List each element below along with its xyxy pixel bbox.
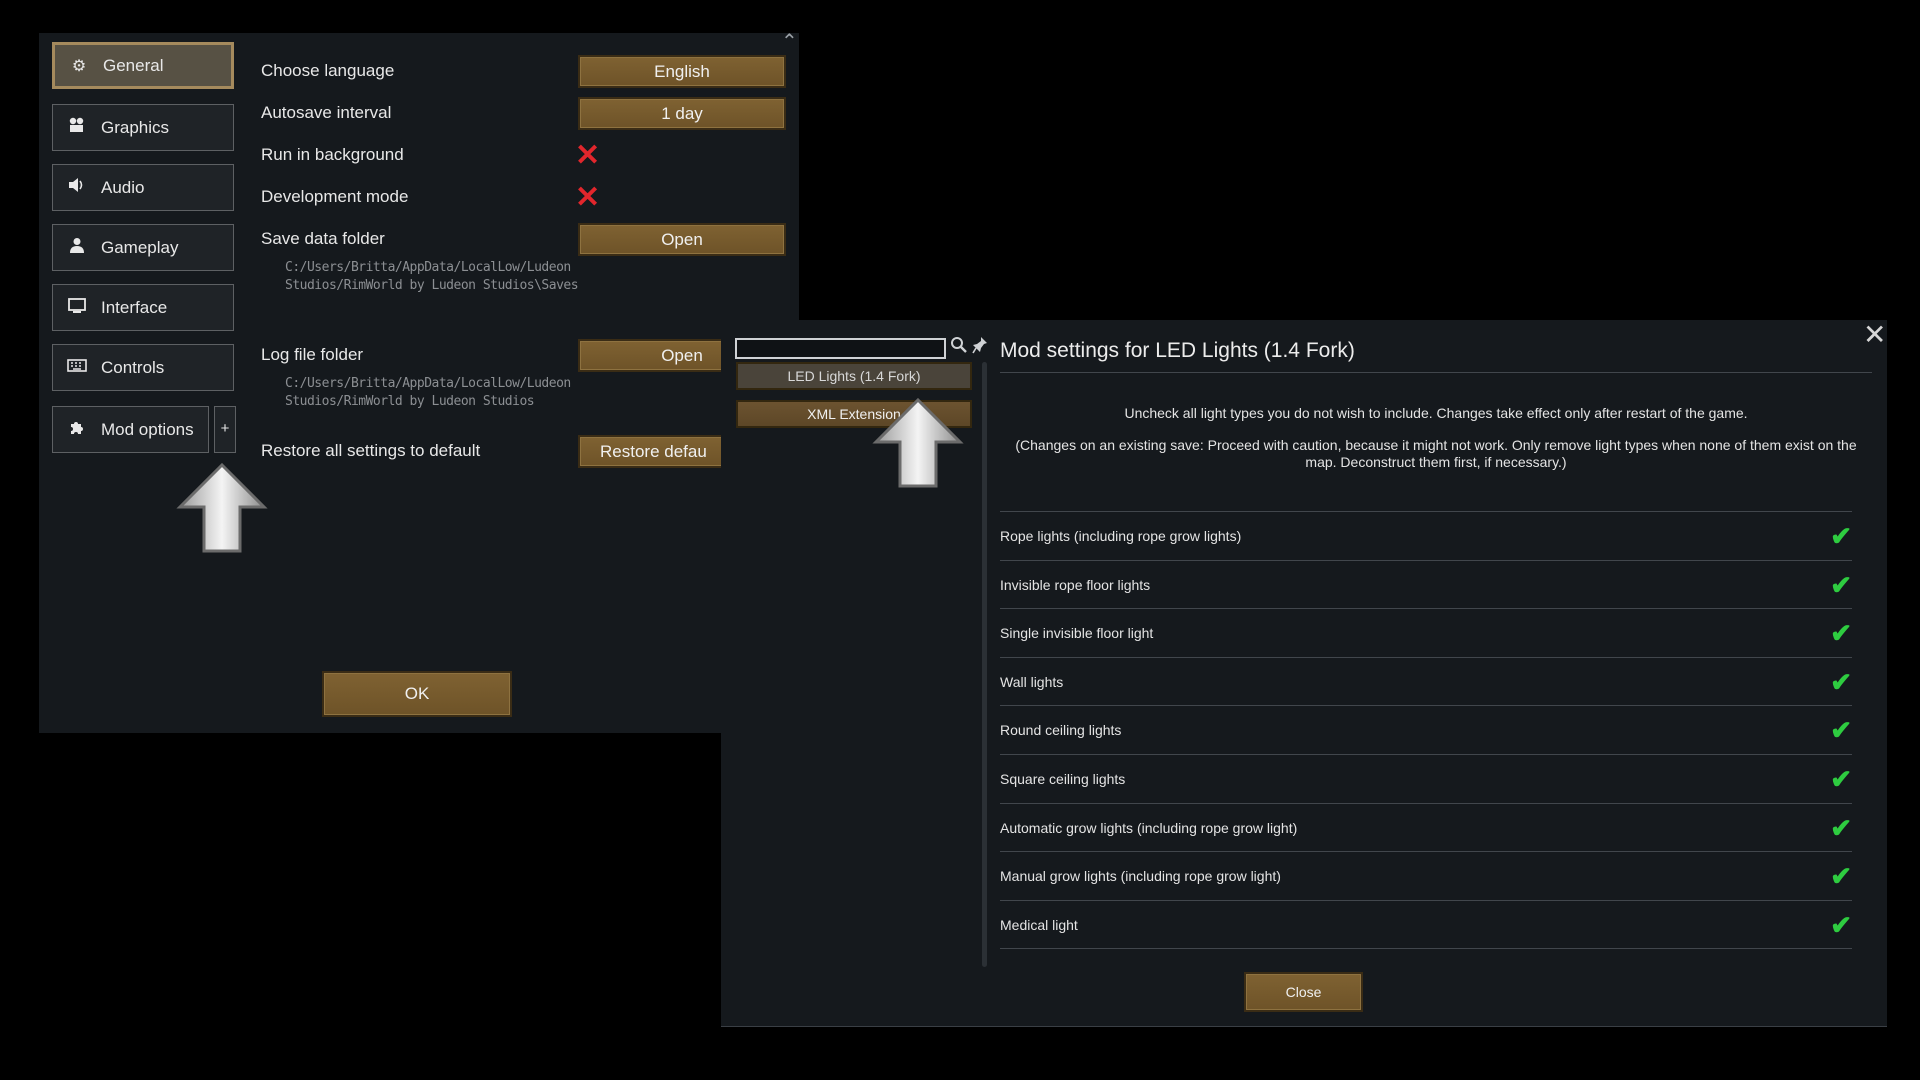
mod-list-item-led-lights[interactable]: LED Lights (1.4 Fork) [736, 362, 972, 390]
light-type-row[interactable]: Invisible rope floor lights ✔ [1000, 559, 1852, 608]
run-in-background-label: Run in background [261, 145, 404, 164]
light-type-row[interactable]: Single invisible floor light ✔ [1000, 608, 1852, 656]
ok-button[interactable]: OK [322, 671, 512, 717]
tab-label: Graphics [101, 117, 170, 137]
path-line: C:/Users/Britta/AppData/LocalLow/Ludeon [285, 376, 571, 391]
person-icon [53, 237, 101, 258]
tab-label: Controls [101, 357, 165, 377]
checkmark-icon[interactable]: ✔ [1830, 902, 1852, 948]
tab-label: Gameplay [101, 237, 179, 257]
language-button[interactable]: English [578, 55, 786, 88]
checkmark-icon[interactable]: ✔ [1830, 805, 1852, 851]
search-icon[interactable] [950, 336, 968, 359]
tab-interface[interactable]: Interface [52, 284, 234, 331]
close-icon[interactable]: ✕ [1863, 318, 1886, 351]
light-type-label: Manual grow lights (including rope grow … [1000, 868, 1281, 885]
log-folder-path: C:/Users/Britta/AppData/LocalLow/Ludeon … [285, 375, 571, 411]
tab-label: Interface [101, 297, 168, 317]
tab-audio[interactable]: Audio [52, 164, 234, 211]
light-type-label: Rope lights (including rope grow lights) [1000, 528, 1242, 544]
log-file-folder-label: Log file folder [261, 345, 364, 364]
tab-label: General [103, 55, 164, 75]
light-type-row[interactable]: Automatic grow lights (including rope gr… [1000, 802, 1852, 851]
light-type-label: Medical light [1000, 916, 1078, 933]
add-mod-options-button[interactable]: + [214, 406, 236, 453]
tab-general[interactable]: ⚙ General [52, 42, 234, 89]
pointer-arrow-icon [872, 398, 964, 488]
path-line: Studios/RimWorld by Ludeon Studios\Saves [285, 278, 579, 293]
pin-icon[interactable] [972, 336, 988, 359]
checkmark-icon[interactable]: ✔ [1830, 756, 1852, 802]
path-line: Studios/RimWorld by Ludeon Studios [285, 394, 535, 409]
gear-icon: ⚙ [71, 57, 87, 75]
light-type-label: Round ceiling lights [1000, 722, 1122, 739]
checkmark-icon[interactable]: ✔ [1830, 659, 1852, 705]
tab-controls[interactable]: Controls [52, 344, 234, 391]
save-data-folder-label: Save data folder [261, 229, 385, 248]
close-button[interactable]: Close [1244, 972, 1363, 1012]
light-type-row[interactable]: Wall lights ✔ [1000, 656, 1852, 705]
light-type-row[interactable]: Square ceiling lights ✔ [1000, 754, 1852, 802]
open-save-folder-button[interactable]: Open [578, 223, 786, 256]
light-type-label: Square ceiling lights [1000, 771, 1126, 787]
path-line: C:/Users/Britta/AppData/LocalLow/Ludeon [285, 260, 571, 275]
monitor-icon [53, 297, 101, 318]
checkmark-icon[interactable]: ✔ [1830, 610, 1852, 656]
light-type-label: Invisible rope floor lights [1000, 576, 1151, 593]
puzzle-icon [53, 419, 101, 440]
tab-graphics[interactable]: Graphics [52, 104, 234, 151]
description-text: Uncheck all light types you do not wish … [1124, 405, 1748, 421]
light-type-label: Automatic grow lights (including rope gr… [1000, 819, 1298, 836]
choose-language-label: Choose language [261, 61, 395, 80]
development-mode-label: Development mode [261, 187, 409, 206]
development-mode-checkbox[interactable]: ✕ [575, 183, 600, 213]
checkmark-icon[interactable]: ✔ [1830, 707, 1852, 753]
mod-settings-window: LED Lights (1.4 Fork) XML Extension ✕ Mo… [721, 318, 1887, 1027]
autosave-interval-button[interactable]: 1 day [578, 97, 786, 130]
mod-search-input[interactable] [735, 338, 946, 359]
light-type-row[interactable]: Round ceiling lights ✔ [1000, 705, 1852, 753]
light-type-label: Single invisible floor light [1000, 625, 1154, 642]
pointer-arrow-icon [176, 463, 268, 553]
tab-label: Mod options [101, 419, 194, 439]
checkmark-icon[interactable]: ✔ [1830, 853, 1852, 899]
light-type-label: Wall lights [1000, 673, 1064, 690]
light-type-row[interactable]: Medical light ✔ [1000, 899, 1852, 948]
tab-label: Audio [101, 177, 145, 197]
checkmark-icon[interactable]: ✔ [1830, 513, 1852, 559]
light-type-row[interactable]: Manual grow lights (including rope grow … [1000, 851, 1852, 899]
options-window: ⌃ ⚙ General Graphics Audio Gameplay Inte… [39, 31, 799, 733]
scroll-up-icon[interactable]: ⌃ [781, 29, 798, 54]
keyboard-icon [53, 358, 101, 377]
speaker-icon [53, 177, 101, 198]
autosave-interval-label: Autosave interval [261, 103, 392, 122]
graphics-icon [53, 117, 101, 138]
tab-gameplay[interactable]: Gameplay [52, 224, 234, 271]
divider [1000, 948, 1852, 949]
caution-text: (Changes on an existing save: Proceed wi… [1015, 437, 1857, 470]
divider [1000, 372, 1872, 373]
mod-settings-title: Mod settings for LED Lights (1.4 Fork) [1000, 339, 1355, 362]
restore-defaults-label: Restore all settings to default [261, 441, 481, 460]
light-type-row[interactable]: Rope lights (including rope grow lights)… [1000, 511, 1852, 559]
save-folder-path: C:/Users/Britta/AppData/LocalLow/Ludeon … [285, 259, 579, 295]
mod-list-scrollbar[interactable] [982, 362, 987, 967]
run-in-background-checkbox[interactable]: ✕ [575, 141, 600, 171]
checkmark-icon[interactable]: ✔ [1830, 562, 1852, 608]
tab-mod-options[interactable]: Mod options [52, 406, 209, 453]
